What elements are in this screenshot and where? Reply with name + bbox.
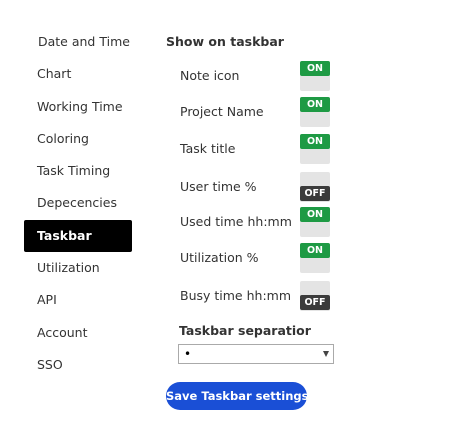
busy-time-hhmm-toggle[interactable]: OFF	[300, 281, 330, 311]
option-used-time-hhmm: Used time hh:mm ON	[180, 207, 440, 237]
option-note-icon: Note icon ON	[180, 61, 440, 91]
sidebar-item-date-and-time[interactable]: Date and Time	[24, 26, 132, 58]
sidebar-item-dependencies[interactable]: Depecencies	[24, 187, 132, 219]
toggle-state: ON	[300, 97, 330, 112]
project-name-toggle[interactable]: ON	[300, 97, 330, 127]
sidebar-item-label: Utilization	[37, 260, 100, 276]
utilization-percent-toggle[interactable]: ON	[300, 243, 330, 273]
sidebar-item-label: API	[37, 292, 57, 308]
sidebar-item-label: Chart	[37, 66, 72, 82]
sidebar-item-task-timing[interactable]: Task Timing	[24, 155, 132, 187]
note-icon-toggle[interactable]: ON	[300, 61, 330, 91]
option-label: Task title	[180, 141, 236, 156]
sidebar-item-sso[interactable]: SSO	[24, 349, 132, 381]
sidebar-item-label: Working Time	[37, 98, 123, 114]
separator-value: •	[184, 347, 192, 361]
option-label: Used time hh:mm	[180, 214, 292, 229]
option-label: User time %	[180, 179, 257, 194]
toggle-state: ON	[300, 207, 330, 222]
option-busy-time-hhmm: Busy time hh:mm OFF	[180, 281, 440, 311]
toggle-state: OFF	[300, 295, 330, 310]
toggle-state: ON	[300, 134, 330, 149]
sidebar-item-api[interactable]: API	[24, 284, 132, 316]
settings-sidebar: Date and Time Chart Working Time Colorin…	[24, 26, 132, 381]
option-label: Busy time hh:mm	[180, 288, 292, 303]
save-taskbar-settings-button[interactable]: Save Taskbar settings	[166, 382, 308, 410]
section-title: Show on taskbar	[166, 34, 284, 49]
option-label: Utilization %	[180, 250, 259, 265]
sidebar-item-label: Account	[37, 324, 88, 340]
sidebar-item-working-time[interactable]: Working Time	[24, 91, 132, 123]
chevron-down-icon	[323, 351, 329, 357]
sidebar-item-label: Date and Time	[38, 34, 130, 49]
sidebar-item-taskbar[interactable]: Taskbar	[24, 219, 132, 253]
separator-select[interactable]: •	[178, 344, 334, 364]
sidebar-item-account[interactable]: Account	[24, 317, 132, 349]
option-label: Note icon	[180, 68, 240, 83]
option-utilization-percent: Utilization % ON	[180, 243, 440, 273]
option-task-title: Task title ON	[180, 134, 440, 164]
sidebar-item-label: Coloring	[37, 130, 89, 146]
separator-label: Taskbar separatior	[179, 323, 311, 338]
user-time-percent-toggle[interactable]: OFF	[300, 172, 330, 202]
sidebar-item-chart[interactable]: Chart	[24, 58, 132, 90]
sidebar-item-label: Task Timing	[37, 163, 111, 179]
option-label: Project Name	[180, 104, 264, 119]
sidebar-item-label: Depecencies	[37, 195, 117, 211]
toggle-state: ON	[300, 243, 330, 258]
sidebar-item-label: SSO	[37, 356, 63, 372]
option-user-time-percent: User time % OFF	[180, 172, 440, 202]
used-time-hhmm-toggle[interactable]: ON	[300, 207, 330, 237]
sidebar-item-label: Taskbar	[37, 227, 92, 243]
toggle-state: OFF	[300, 186, 330, 201]
option-project-name: Project Name ON	[180, 97, 440, 127]
sidebar-item-utilization[interactable]: Utilization	[24, 252, 132, 284]
sidebar-item-coloring[interactable]: Coloring	[24, 123, 132, 155]
task-title-toggle[interactable]: ON	[300, 134, 330, 164]
settings-page: Date and Time Chart Working Time Colorin…	[0, 0, 474, 446]
toggle-state: ON	[300, 61, 330, 76]
